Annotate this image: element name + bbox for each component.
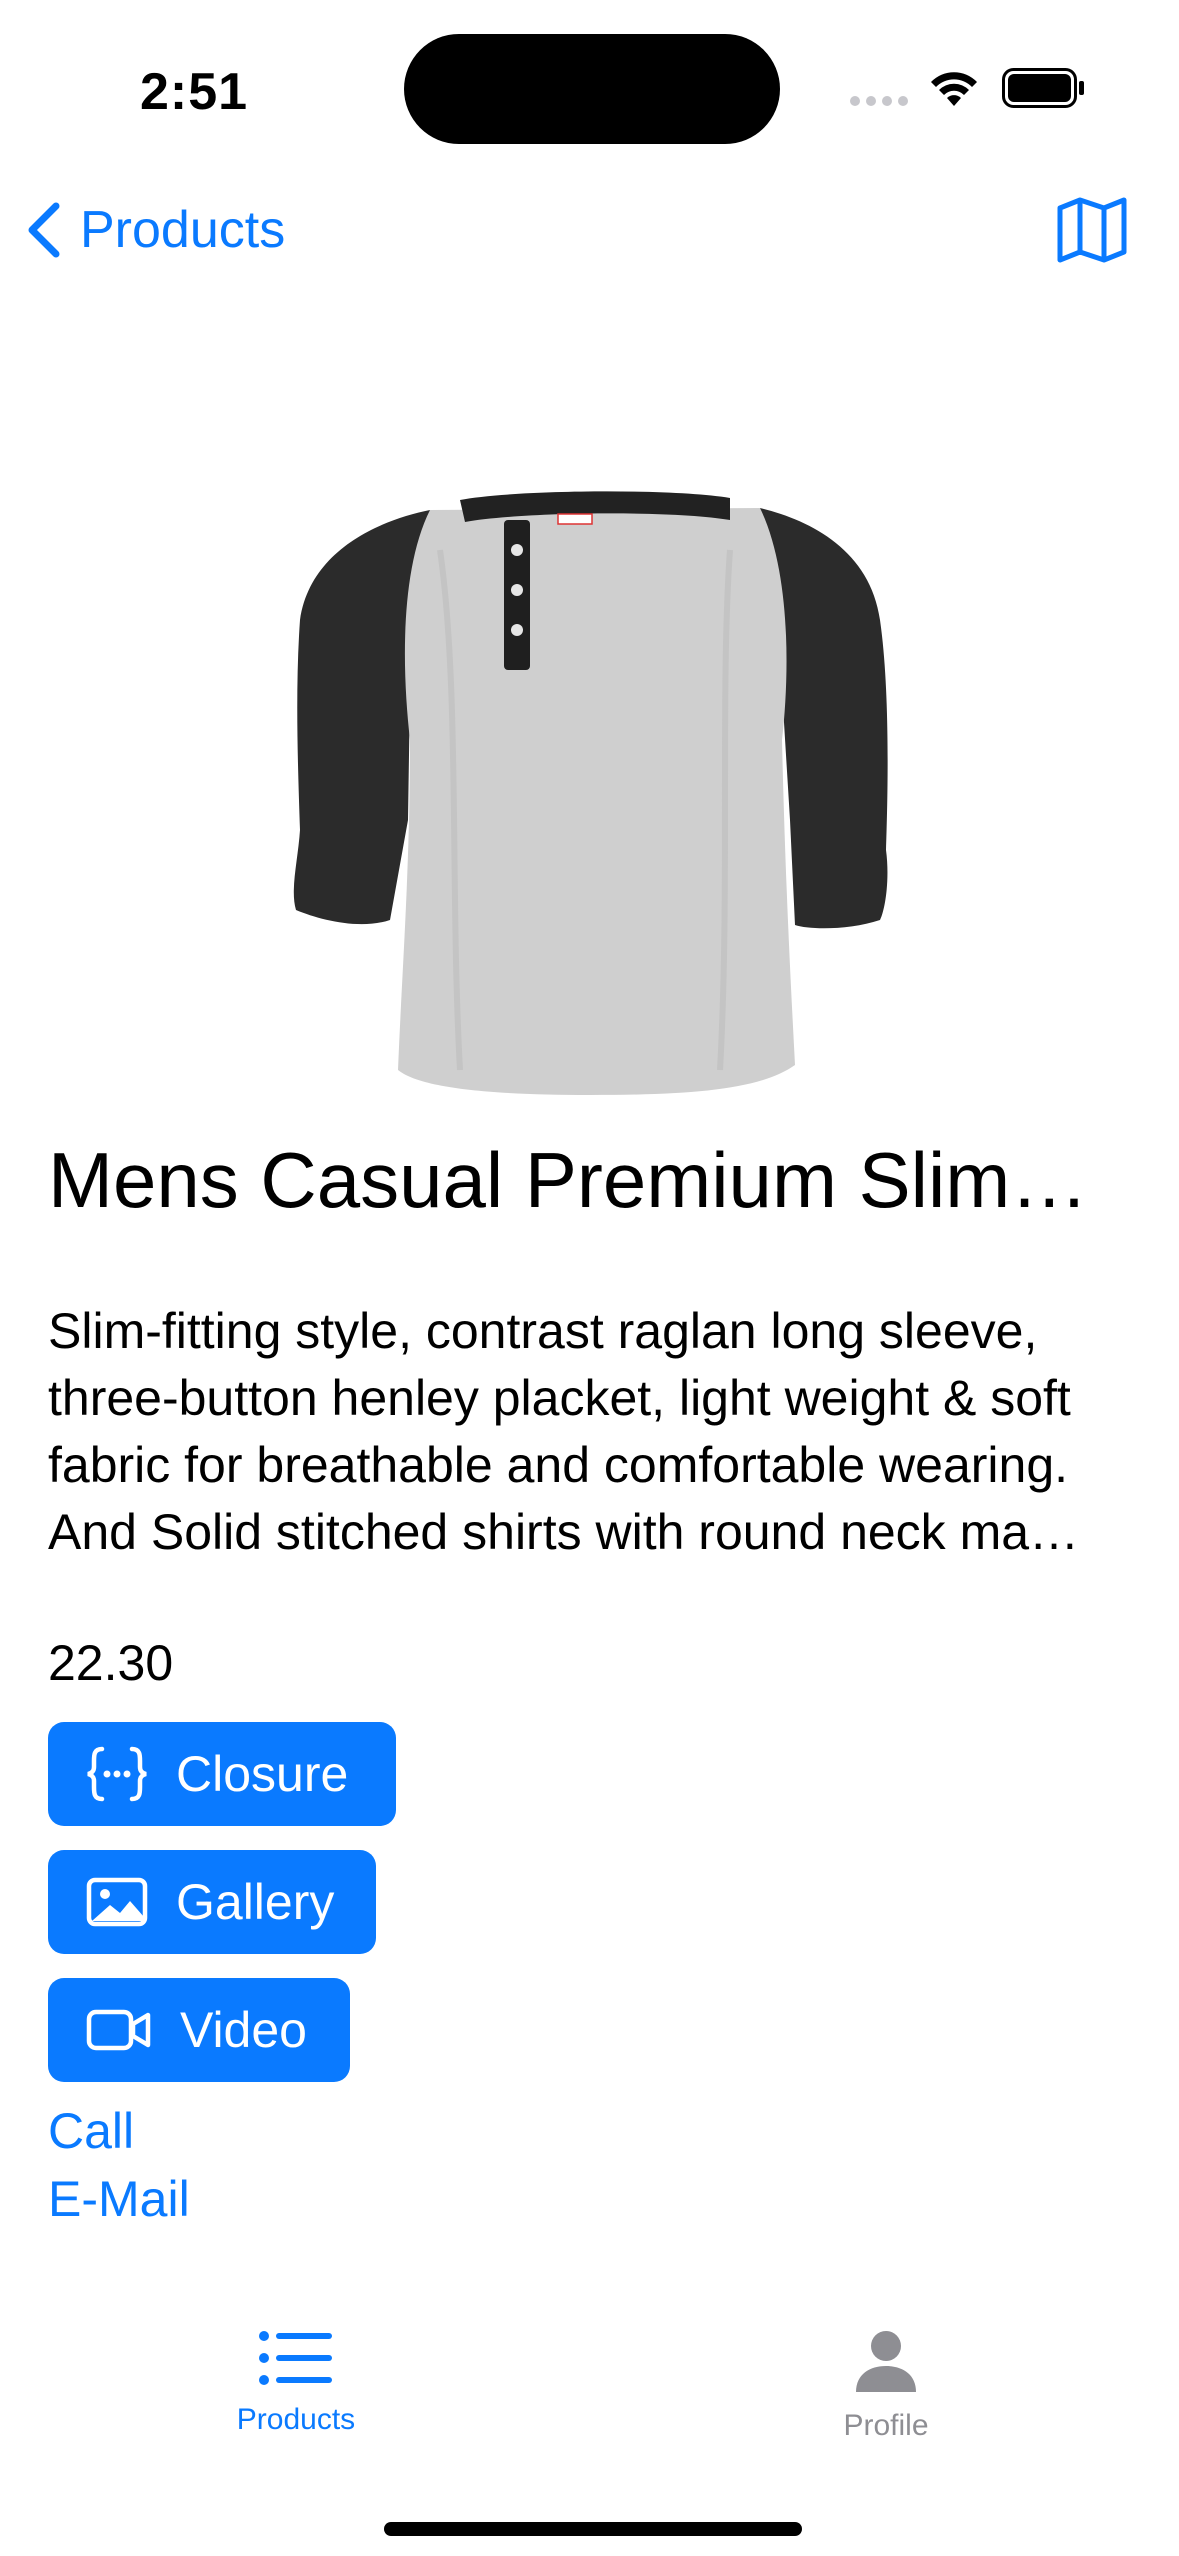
- person-icon: [856, 2331, 916, 2392]
- status-time: 2:51: [140, 63, 249, 121]
- map-icon[interactable]: [1056, 196, 1128, 264]
- call-link[interactable]: Call: [48, 2098, 134, 2164]
- back-label: Products: [80, 201, 286, 259]
- video-label: Video: [180, 2002, 307, 2058]
- gallery-label: Gallery: [176, 1874, 335, 1930]
- product-description: Slim-fitting style, contrast raglan long…: [48, 1303, 1080, 1560]
- list-bullet-icon: [259, 2331, 332, 2385]
- wifi-icon: [931, 72, 977, 106]
- tab-profile-label: Profile: [843, 2409, 929, 2442]
- closure-button[interactable]: Closure: [48, 1722, 396, 1826]
- product-image: [293, 491, 888, 1095]
- tab-products-label: Products: [236, 2403, 356, 2436]
- cellular-dots-icon: [850, 96, 910, 108]
- product-title: Mens Casual Premium Slim…: [48, 1136, 1089, 1224]
- chevron-left-icon: [28, 202, 60, 258]
- curly-braces-icon: [87, 1746, 147, 1802]
- gallery-button[interactable]: Gallery: [48, 1850, 376, 1954]
- tab-profile[interactable]: Profile: [766, 2330, 1006, 2470]
- back-button[interactable]: Products: [24, 190, 285, 270]
- home-indicator: [384, 2522, 802, 2536]
- photo-icon: [86, 1877, 148, 1927]
- battery-icon: [1002, 68, 1084, 108]
- email-link[interactable]: E-Mail: [48, 2166, 190, 2232]
- video-camera-icon: [86, 2009, 151, 2051]
- closure-label: Closure: [176, 1746, 349, 1802]
- product-price: 22.30: [48, 1635, 174, 1691]
- dynamic-island: [404, 34, 780, 144]
- video-button[interactable]: Video: [48, 1978, 350, 2082]
- tab-products[interactable]: Products: [176, 2330, 416, 2470]
